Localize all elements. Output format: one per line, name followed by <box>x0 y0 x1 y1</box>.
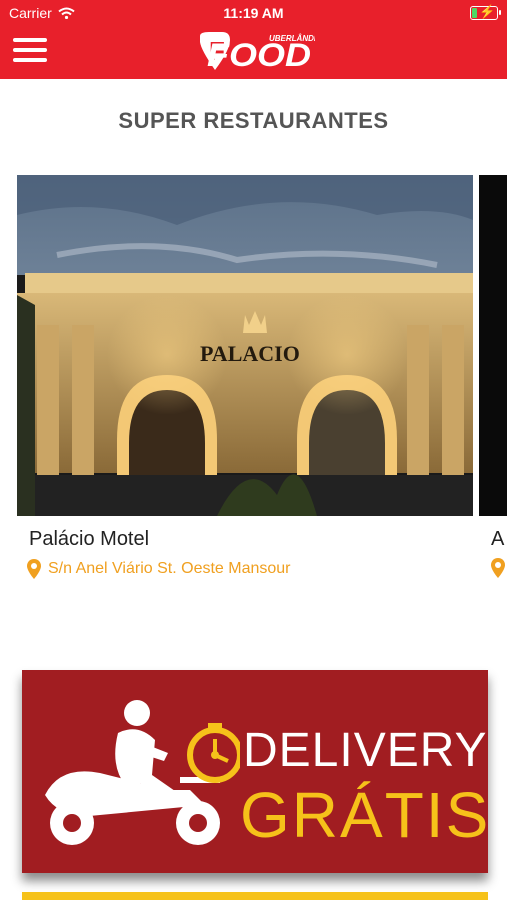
app-logo: F UBERLÂNDIA FOOD <box>200 32 315 73</box>
location-pin-icon <box>491 558 505 578</box>
hamburger-icon <box>13 38 47 42</box>
battery-level <box>472 8 477 18</box>
next-banner-edge <box>22 892 488 900</box>
app-header: F UBERLÂNDIA FOOD <box>0 26 507 79</box>
status-time: 11:19 AM <box>223 5 284 21</box>
status-bar: Carrier 11:19 AM ⚡ <box>0 0 507 26</box>
restaurant-photo: PALACIO <box>17 175 473 516</box>
section-title: SUPER RESTAURANTES <box>118 108 389 133</box>
free-delivery-banner[interactable]: DELIVERY GRÁTIS <box>22 670 488 873</box>
restaurant-name: Palácio Motel <box>29 528 150 550</box>
restaurant-card[interactable]: PALACIO Palácio Motel S/n Anel Viário St… <box>17 175 473 579</box>
logo-big-text: FOOD <box>207 37 311 73</box>
battery-icon: ⚡ <box>470 4 501 20</box>
next-restaurant-name: A <box>491 528 505 550</box>
photo-sign-text: PALACIO <box>200 341 300 366</box>
location-pin-icon <box>27 559 41 579</box>
menu-button[interactable] <box>13 38 47 66</box>
next-restaurant-card-photo[interactable] <box>479 175 507 516</box>
delivery-scooter-icon <box>45 700 240 845</box>
charging-bolt-icon: ⚡ <box>479 4 496 19</box>
banner-line-gratis: GRÁTIS <box>240 779 488 851</box>
restaurant-address-text: S/n Anel Viário St. Oeste Mansour <box>48 560 291 577</box>
restaurant-address: S/n Anel Viário St. Oeste Mansour <box>27 559 291 579</box>
banner-line-delivery: DELIVERY <box>243 724 488 777</box>
